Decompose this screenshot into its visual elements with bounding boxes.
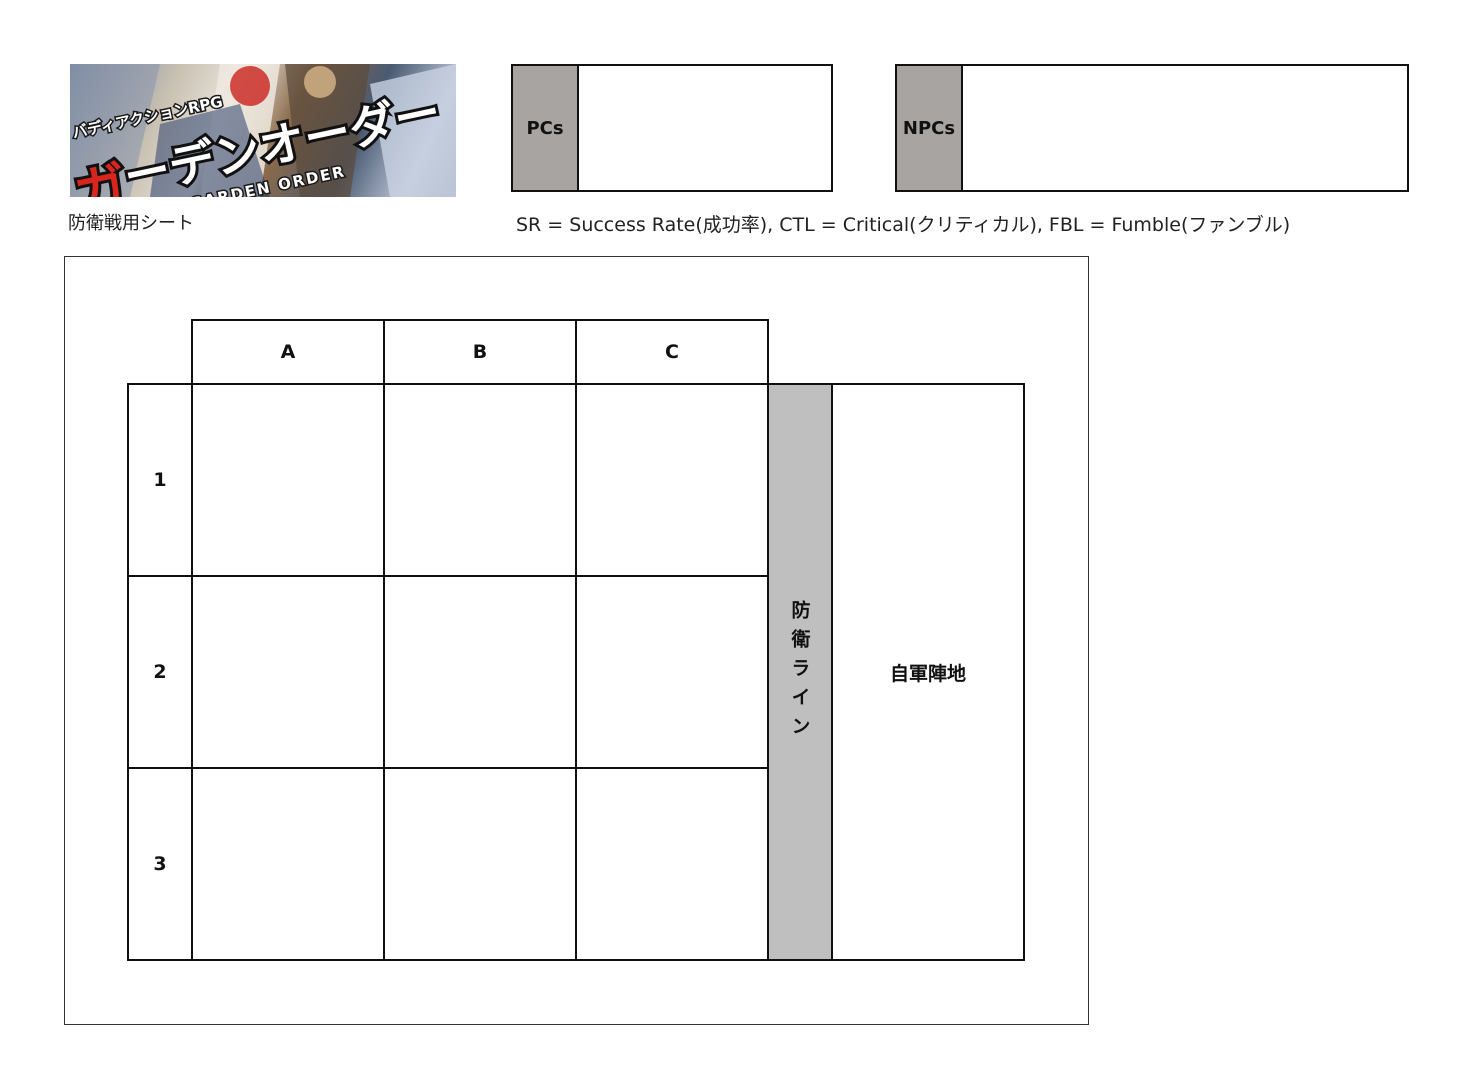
column-header-a: A — [191, 319, 385, 385]
row-header-1: 1 — [127, 383, 193, 577]
grid-cell-b2[interactable] — [383, 575, 577, 769]
row-header-3: 3 — [127, 767, 193, 961]
row-header-2: 2 — [127, 575, 193, 769]
grid-cell-a2[interactable] — [191, 575, 385, 769]
npcs-box: NPCs — [895, 64, 1409, 192]
grid-cell-b3[interactable] — [383, 767, 577, 961]
sheet-caption: 防衛戦用シート — [68, 213, 194, 234]
home-base[interactable]: 自軍陣地 — [831, 383, 1025, 961]
grid-cell-a3[interactable] — [191, 767, 385, 961]
defense-line: 防衛ライン — [767, 383, 833, 961]
column-header-b: B — [383, 319, 577, 385]
grid-cell-c2[interactable] — [575, 575, 769, 769]
pcs-label: PCs — [513, 66, 579, 190]
garden-order-logo: バディアクションRPG ガ ーデンオーダー GARDEN ORDER — [70, 64, 456, 197]
legend-note: SR = Success Rate(成功率), CTL = Critical(ク… — [516, 214, 1291, 236]
logo-artwork: バディアクションRPG ガ ーデンオーダー GARDEN ORDER — [70, 64, 456, 197]
grid-cell-c3[interactable] — [575, 767, 769, 961]
pcs-box: PCs — [511, 64, 833, 192]
grid-cell-b1[interactable] — [383, 383, 577, 577]
npcs-field[interactable] — [963, 66, 1407, 190]
defense-line-label: 防衛ライン — [788, 599, 811, 745]
pcs-field[interactable] — [579, 66, 831, 190]
npcs-label: NPCs — [897, 66, 963, 190]
home-base-label: 自軍陣地 — [889, 662, 966, 685]
grid-cell-c1[interactable] — [575, 383, 769, 577]
column-header-c: C — [575, 319, 769, 385]
grid-cell-a1[interactable] — [191, 383, 385, 577]
